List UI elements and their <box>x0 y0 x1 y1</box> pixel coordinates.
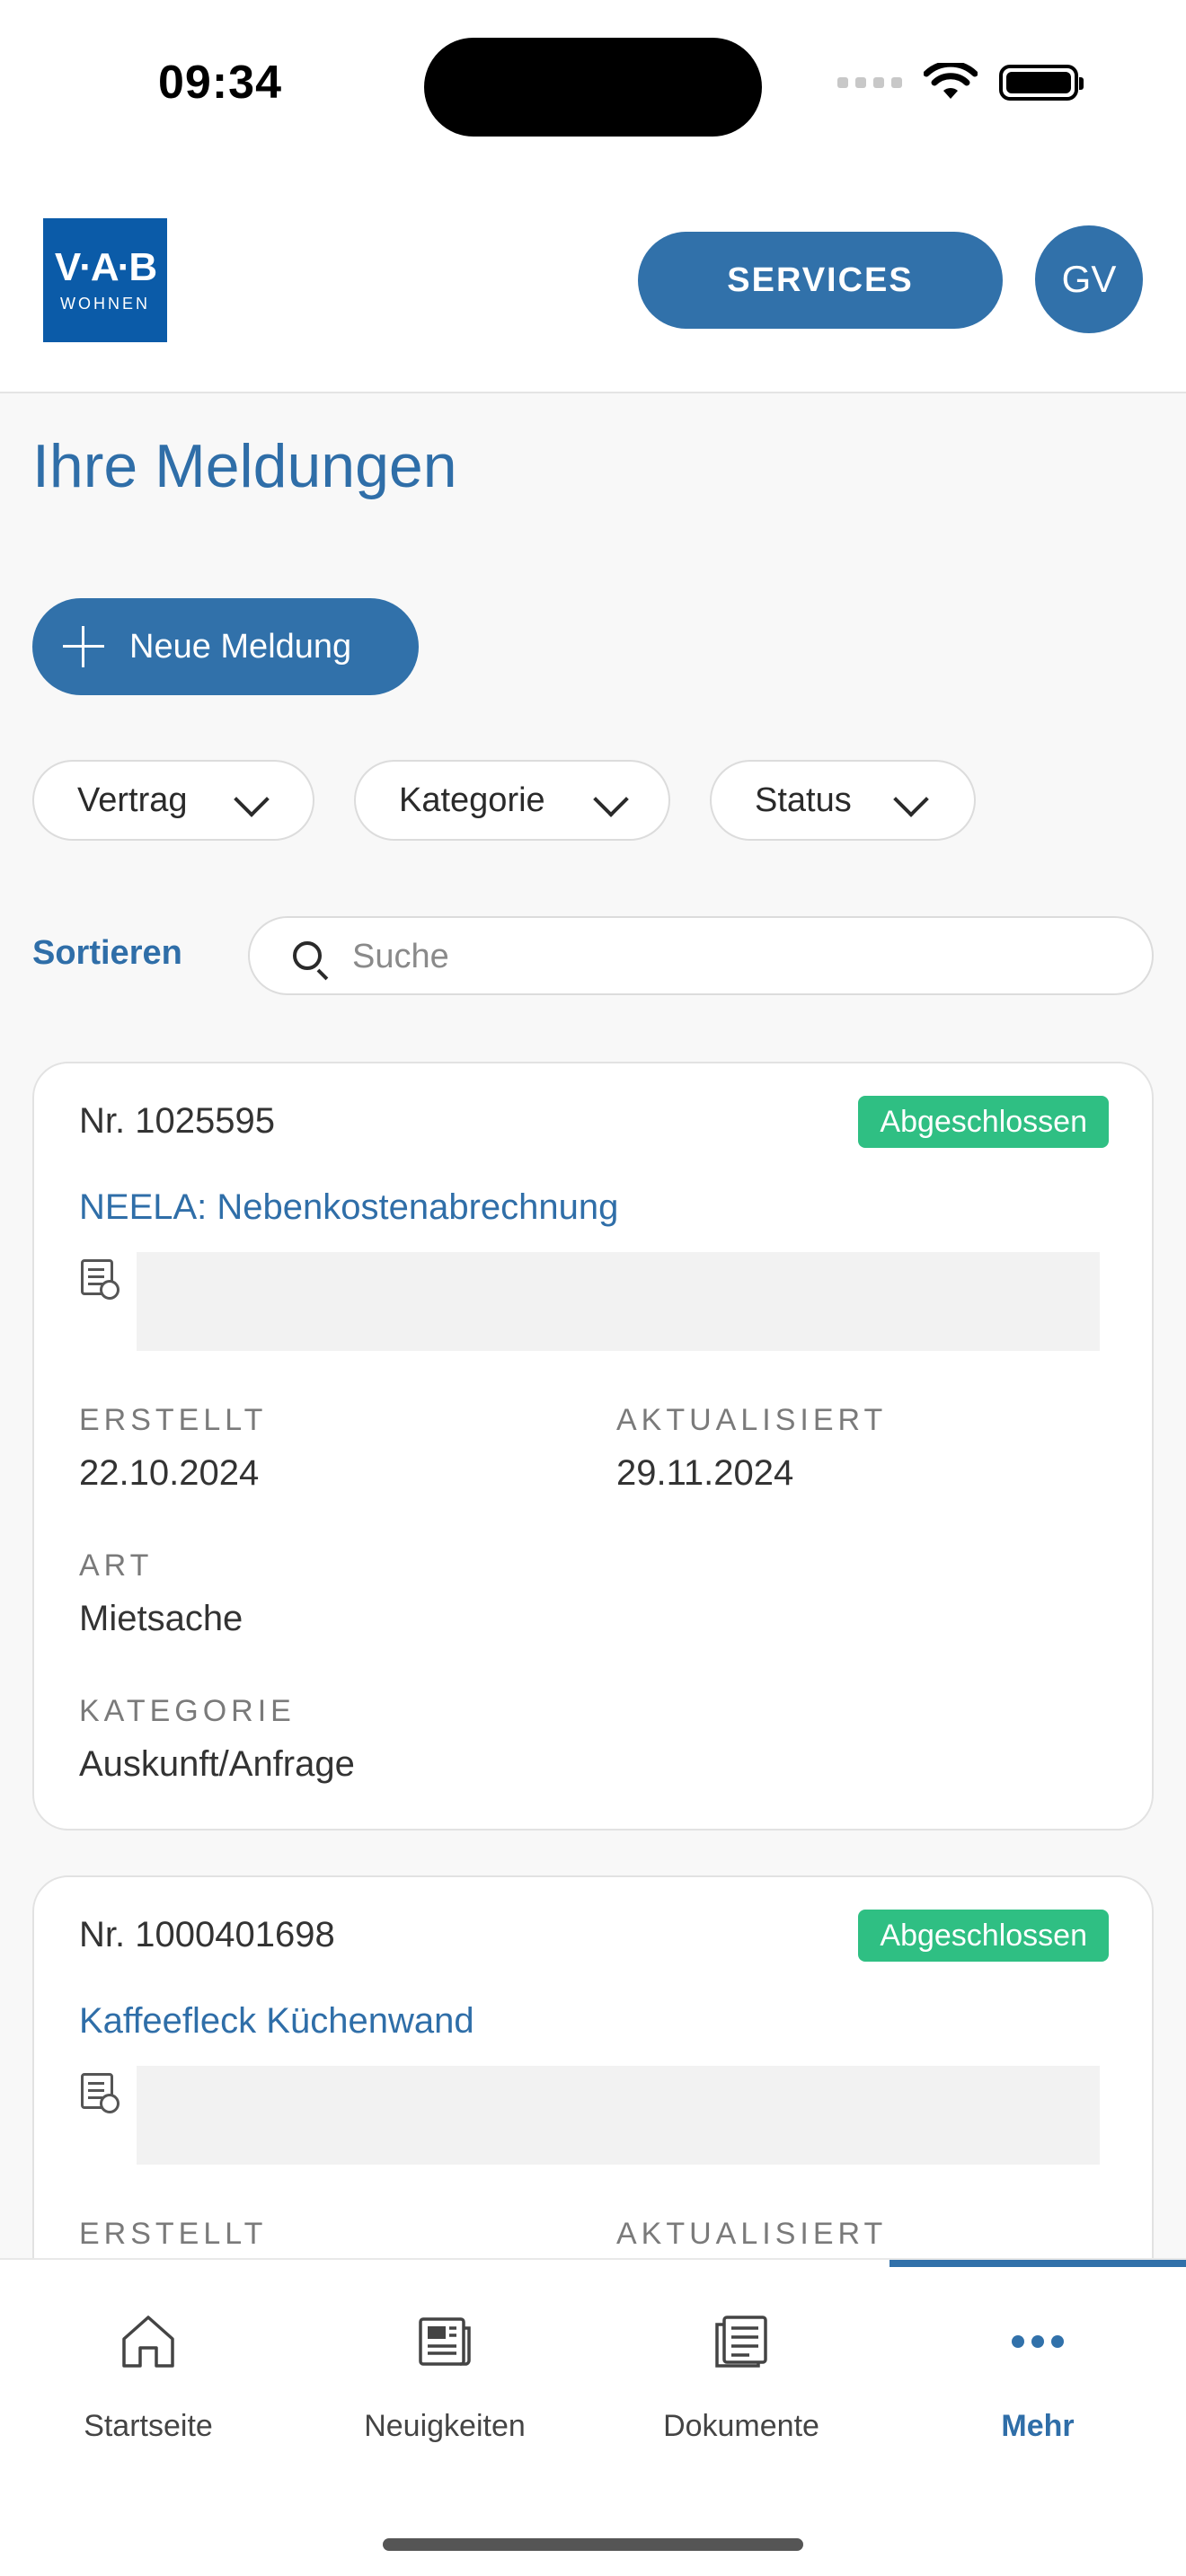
new-report-button[interactable]: Neue Meldung <box>32 598 419 695</box>
category-label: KATEGORIE <box>79 1694 296 1728</box>
status-badge: Abgeschlossen <box>858 1910 1109 1962</box>
home-indicator <box>383 2538 803 2551</box>
plus-icon <box>63 626 104 667</box>
status-icons <box>837 63 1084 102</box>
battery-icon <box>999 65 1084 101</box>
vab-logo[interactable]: V·A·B WOHNEN <box>43 218 167 342</box>
filter-label: Status <box>755 781 852 819</box>
logo-subtext: WOHNEN <box>60 294 150 313</box>
report-number: Nr. 1000401698 <box>79 1915 335 1954</box>
nav-home[interactable]: Startseite <box>0 2310 296 2444</box>
news-icon <box>413 2310 476 2373</box>
wifi-icon <box>924 63 978 99</box>
report-title[interactable]: Kaffeefleck Küchenwand <box>79 2001 474 2042</box>
logo-text: V·A·B <box>54 244 157 289</box>
attachment-icon <box>81 1259 119 1300</box>
documents-icon <box>710 2310 773 2373</box>
filter-category[interactable]: Kategorie <box>354 760 670 841</box>
nav-label: Mehr <box>1001 2409 1075 2443</box>
updated-value: 29.11.2024 <box>616 1453 794 1493</box>
avatar[interactable]: GV <box>1035 225 1143 333</box>
nav-documents[interactable]: Dokumente <box>593 2310 890 2444</box>
nav-label: Startseite <box>84 2409 213 2443</box>
type-value: Mietsache <box>79 1599 243 1638</box>
category-value: Auskunft/Anfrage <box>79 1744 355 1784</box>
updated-label: AKTUALISIERT <box>616 2217 888 2251</box>
filter-contract[interactable]: Vertrag <box>32 760 314 841</box>
chevron-down-icon <box>234 781 270 817</box>
nav-label: Neuigkeiten <box>364 2409 526 2443</box>
type-label: ART <box>79 1548 154 1583</box>
status-bar: 09:34 <box>0 0 1186 180</box>
created-label: ERSTELLT <box>79 2217 268 2251</box>
report-card[interactable]: Nr. 1025595 Abgeschlossen NEELA: Nebenko… <box>32 1062 1154 1831</box>
attachment-preview <box>137 1252 1100 1351</box>
created-value: 22.10.2024 <box>79 1453 260 1493</box>
app-header: V·A·B WOHNEN SERVICES GV <box>0 180 1186 393</box>
report-number: Nr. 1025595 <box>79 1101 275 1141</box>
home-icon <box>117 2310 180 2373</box>
nav-label: Dokumente <box>663 2409 819 2443</box>
nav-more[interactable]: Mehr <box>890 2310 1186 2444</box>
report-title[interactable]: NEELA: Nebenkostenabrechnung <box>79 1187 618 1228</box>
signal-icon <box>837 77 902 88</box>
search-input[interactable] <box>352 931 1125 983</box>
dynamic-island <box>424 38 762 137</box>
created-label: ERSTELLT <box>79 1403 268 1437</box>
nav-news[interactable]: Neuigkeiten <box>296 2310 593 2444</box>
page-title: Ihre Meldungen <box>32 432 457 500</box>
chevron-down-icon <box>593 781 629 817</box>
more-icon <box>1006 2310 1069 2373</box>
search-icon <box>293 941 322 970</box>
attachment-preview <box>137 2066 1100 2165</box>
services-button[interactable]: SERVICES <box>638 232 1003 329</box>
status-time: 09:34 <box>158 57 282 109</box>
sort-button[interactable]: Sortieren <box>32 934 182 973</box>
bottom-nav: Startseite Neuigkeiten Dokumente Mehr <box>0 2258 1186 2576</box>
app-screen: 09:34 V·A·B WOHNEN SERVICES GV Ihre Meld… <box>0 0 1186 2576</box>
filter-label: Kategorie <box>399 781 545 819</box>
filter-status[interactable]: Status <box>710 760 976 841</box>
updated-label: AKTUALISIERT <box>616 1403 888 1437</box>
active-tab-indicator <box>890 2260 1186 2267</box>
status-badge: Abgeschlossen <box>858 1096 1109 1148</box>
chevron-down-icon <box>893 781 929 817</box>
attachment-icon <box>81 2073 119 2113</box>
new-report-label: Neue Meldung <box>129 627 352 666</box>
search-box[interactable] <box>248 916 1154 995</box>
filter-label: Vertrag <box>77 781 188 819</box>
